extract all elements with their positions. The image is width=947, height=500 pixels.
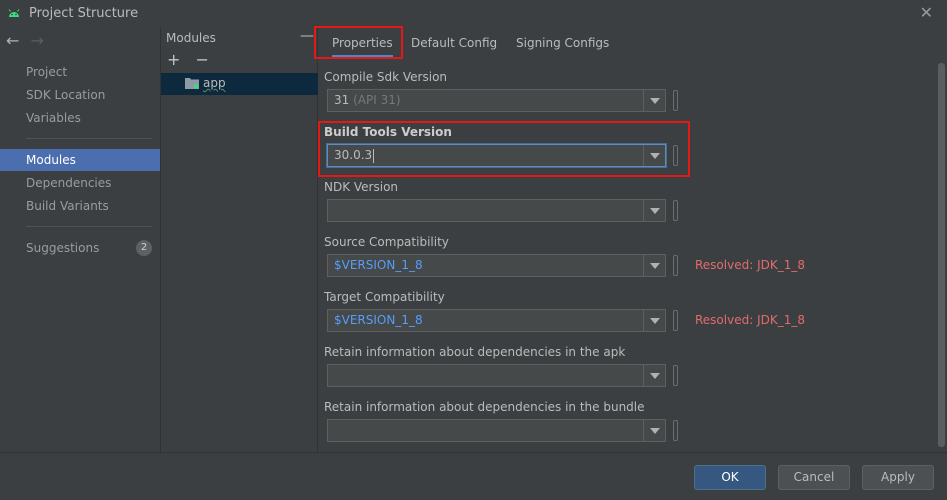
compile-sdk-value: 31 (API 31) xyxy=(334,93,401,107)
apply-button[interactable]: Apply xyxy=(862,465,934,490)
build-tools-value-wrap[interactable]: 30.0.3 xyxy=(334,148,375,163)
vertical-scrollbar[interactable] xyxy=(938,63,945,447)
sidebar-item-label: Dependencies xyxy=(26,176,112,190)
compile-sdk-number: 31 xyxy=(334,93,350,107)
back-arrow-icon[interactable]: ← xyxy=(6,31,19,50)
retain-apk-combo[interactable] xyxy=(327,364,666,387)
chevron-down-icon[interactable] xyxy=(643,200,665,221)
close-icon[interactable]: ✕ xyxy=(920,3,933,22)
dialog-footer: OK Cancel Apply xyxy=(0,452,947,500)
sidebar-item-dependencies[interactable]: Dependencies xyxy=(0,172,160,194)
retain-bundle-label: Retain information about dependencies in… xyxy=(324,400,645,414)
compile-sdk-hint: (API 31) xyxy=(353,93,401,107)
target-compat-label: Target Compatibility xyxy=(324,290,445,304)
field-handle xyxy=(673,200,678,221)
modules-header: Modules xyxy=(166,31,216,45)
field-handle xyxy=(673,255,678,276)
tab-signing-configs[interactable]: Signing Configs xyxy=(516,28,609,58)
title-bar: Project Structure ✕ xyxy=(0,0,947,28)
chevron-down-icon[interactable] xyxy=(643,255,665,276)
source-compat-value: $VERSION_1_8 xyxy=(334,258,423,272)
sidebar-item-modules[interactable]: Modules xyxy=(0,149,160,171)
build-tools-input[interactable]: 30.0.3 xyxy=(334,148,372,162)
module-list-item-app[interactable]: app xyxy=(161,73,318,95)
ndk-combo[interactable] xyxy=(327,199,666,222)
sidebar-item-label: Variables xyxy=(26,111,81,125)
sidebar-item-build-variants[interactable]: Build Variants xyxy=(0,195,160,217)
chevron-down-icon[interactable] xyxy=(643,145,665,166)
sidebar-item-label: Suggestions xyxy=(26,241,100,255)
forward-arrow-icon[interactable]: → xyxy=(31,31,44,50)
properties-form: Compile Sdk Version 31 (API 31) Build To… xyxy=(318,61,947,452)
sidebar-item-label: Modules xyxy=(26,153,76,167)
field-handle xyxy=(673,310,678,331)
retain-apk-label: Retain information about dependencies in… xyxy=(324,345,626,359)
ok-button[interactable]: OK xyxy=(694,465,766,490)
retain-bundle-combo[interactable] xyxy=(327,419,666,442)
tab-default-config[interactable]: Default Config xyxy=(411,28,497,58)
text-caret xyxy=(373,148,375,163)
field-handle xyxy=(673,420,678,441)
minimize-icon[interactable]: — xyxy=(300,28,314,44)
sidebar-divider xyxy=(26,226,152,227)
sidebar-item-project[interactable]: Project xyxy=(0,61,160,83)
android-icon xyxy=(8,9,20,17)
modules-toolbar: + − xyxy=(167,50,219,69)
chevron-down-icon[interactable] xyxy=(643,365,665,386)
chevron-down-icon[interactable] xyxy=(643,90,665,111)
field-handle xyxy=(673,365,678,386)
sidebar: ← → Project SDK Location Variables Modul… xyxy=(0,28,161,452)
build-tools-label: Build Tools Version xyxy=(324,125,452,139)
compile-sdk-combo[interactable]: 31 (API 31) xyxy=(327,89,666,112)
target-compat-combo[interactable]: $VERSION_1_8 xyxy=(327,309,666,332)
field-handle xyxy=(673,145,678,166)
field-handle xyxy=(673,90,678,111)
sidebar-item-variables[interactable]: Variables xyxy=(0,107,160,129)
tab-label: Signing Configs xyxy=(516,36,610,50)
add-module-button[interactable]: + xyxy=(167,50,180,69)
window-title: Project Structure xyxy=(29,6,139,21)
chevron-down-icon[interactable] xyxy=(643,420,665,441)
source-compat-label: Source Compatibility xyxy=(324,235,449,249)
module-label: app xyxy=(203,76,226,90)
highlight-box-properties-tab xyxy=(314,26,403,59)
target-compat-resolved: Resolved: JDK_1_8 xyxy=(695,313,805,327)
suggestions-count-badge: 2 xyxy=(136,240,152,256)
sidebar-item-label: SDK Location xyxy=(26,88,106,102)
sidebar-item-suggestions[interactable]: Suggestions 2 xyxy=(0,237,160,259)
module-properties-panel: Properties Default Config Signing Config… xyxy=(314,26,947,452)
target-compat-value: $VERSION_1_8 xyxy=(334,313,423,327)
sidebar-item-label: Build Variants xyxy=(26,199,109,213)
sidebar-item-label: Project xyxy=(26,65,68,79)
module-folder-icon xyxy=(185,78,199,89)
sidebar-divider xyxy=(26,138,152,139)
source-compat-resolved: Resolved: JDK_1_8 xyxy=(695,258,805,272)
compile-sdk-label: Compile Sdk Version xyxy=(324,70,448,84)
ndk-label: NDK Version xyxy=(324,180,399,194)
remove-module-button[interactable]: − xyxy=(196,50,209,69)
modules-panel: Modules — + − app xyxy=(161,28,318,452)
chevron-down-icon[interactable] xyxy=(643,310,665,331)
history-nav: ← → xyxy=(6,31,44,50)
cancel-button[interactable]: Cancel xyxy=(778,465,850,490)
source-compat-combo[interactable]: $VERSION_1_8 xyxy=(327,254,666,277)
sidebar-item-sdk-location[interactable]: SDK Location xyxy=(0,84,160,106)
tab-label: Default Config xyxy=(411,36,498,50)
build-tools-combo[interactable]: 30.0.3 xyxy=(327,144,666,167)
